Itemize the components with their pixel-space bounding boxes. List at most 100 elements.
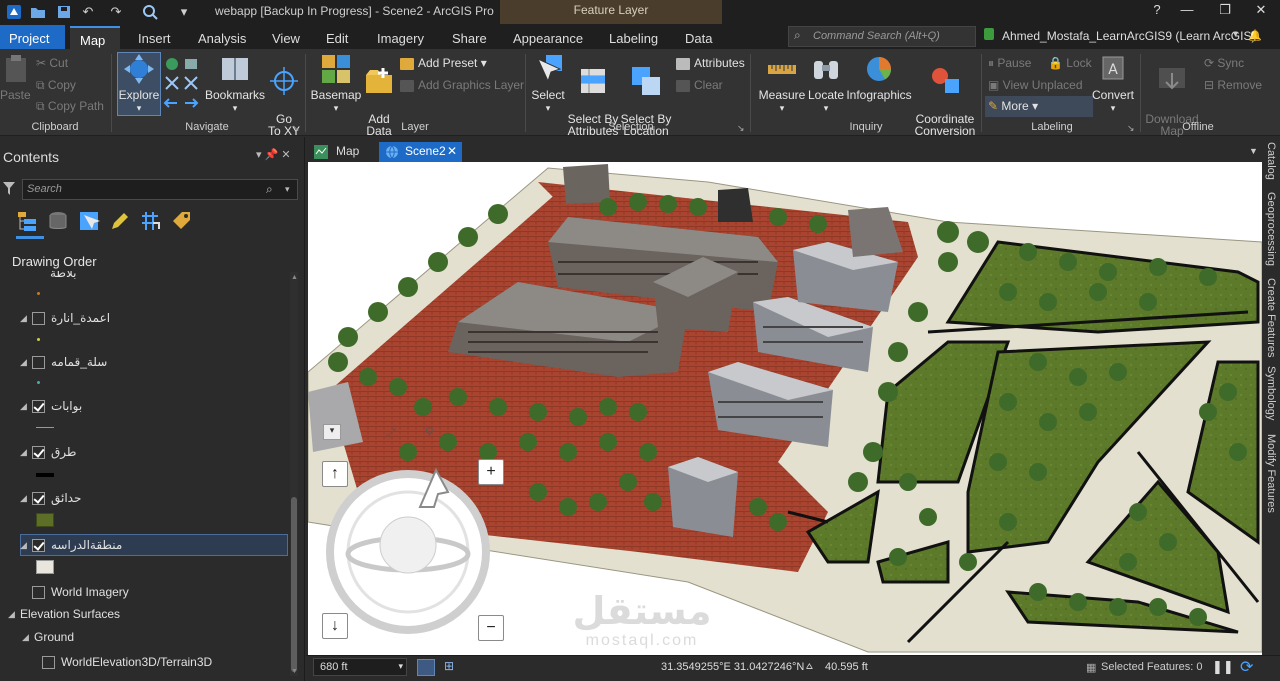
scale-selector[interactable]: 680 ft ▾ bbox=[313, 658, 407, 676]
scene-canvas[interactable] bbox=[308, 162, 1262, 655]
tab-share[interactable]: Share bbox=[442, 26, 497, 49]
lock-labels-button[interactable]: 🔒 Lock bbox=[1048, 55, 1092, 71]
labeling-dialog-launcher-icon[interactable]: ↘ bbox=[1127, 123, 1135, 134]
bookmarks-button[interactable]: Bookmarks ▾ bbox=[204, 53, 266, 114]
layer-visibility-checkbox[interactable] bbox=[32, 585, 45, 599]
zoom-icon[interactable] bbox=[142, 4, 158, 20]
layer-visibility-checkbox[interactable] bbox=[42, 655, 55, 669]
add-preset-button[interactable]: Add Preset ▾ bbox=[400, 55, 487, 71]
tab-imagery[interactable]: Imagery bbox=[367, 26, 434, 49]
list-by-snapping-icon[interactable] bbox=[139, 209, 161, 233]
close-tab-icon[interactable]: ✕ bbox=[447, 144, 457, 158]
layer-visibility-checkbox[interactable] bbox=[32, 538, 45, 552]
nav-down-button[interactable]: ↓ bbox=[322, 613, 348, 639]
expand-icon[interactable]: ◢ bbox=[20, 540, 32, 551]
layer-row[interactable]: ◢ حدائق bbox=[20, 488, 81, 508]
terrain-row[interactable]: WorldElevation3D/Terrain3D bbox=[42, 652, 212, 672]
tab-data[interactable]: Data bbox=[675, 26, 722, 49]
filter-icon[interactable] bbox=[3, 182, 15, 195]
command-search-input[interactable]: Command Search (Alt+Q) bbox=[788, 26, 976, 47]
list-by-data-source-icon[interactable] bbox=[47, 209, 69, 233]
contents-search-input[interactable]: Search bbox=[22, 179, 298, 200]
navigate-dialog-launcher-icon[interactable]: ↘ bbox=[292, 123, 300, 134]
layer-row[interactable]: ◢ سلة_قمامه bbox=[20, 352, 107, 372]
nav-up-button[interactable]: ↑ bbox=[322, 461, 348, 487]
locate-button[interactable]: Locate ▾ bbox=[806, 53, 846, 114]
expand-icon[interactable]: ◢ bbox=[20, 447, 32, 458]
refresh-icon[interactable]: ⟳ bbox=[1240, 657, 1253, 677]
expand-icon[interactable]: ◢ bbox=[20, 401, 32, 412]
more-labeling-button[interactable]: ✎ More ▾ bbox=[988, 98, 1038, 114]
grid-toggle-icon[interactable] bbox=[417, 659, 435, 676]
attributes-button[interactable]: Attributes bbox=[676, 55, 745, 71]
contents-scroll-thumb[interactable] bbox=[291, 497, 297, 672]
select-button[interactable]: Select ▾ bbox=[530, 53, 566, 114]
full-extent-icon[interactable]: ⤢ bbox=[386, 426, 396, 441]
scroll-up-icon[interactable]: ▲ bbox=[291, 274, 298, 281]
user-dropdown-icon[interactable]: ▾ bbox=[1233, 29, 1238, 40]
basemap-button[interactable]: Basemap ▾ bbox=[310, 53, 362, 114]
copy-button[interactable]: ⧉ Copy bbox=[36, 77, 76, 93]
layer-visibility-checkbox[interactable] bbox=[32, 355, 45, 369]
layer-visibility-checkbox[interactable] bbox=[32, 399, 45, 413]
layer-row[interactable]: ◢ اعمدة_انارة bbox=[20, 308, 110, 328]
layer-row[interactable]: بلاطة bbox=[20, 265, 76, 285]
clear-selection-button[interactable]: Clear bbox=[676, 77, 723, 93]
remove-button[interactable]: ⊟ Remove bbox=[1204, 77, 1262, 93]
layer-visibility-checkbox[interactable] bbox=[32, 311, 45, 325]
list-by-selection-icon[interactable] bbox=[78, 209, 100, 233]
layer-visibility-checkbox[interactable] bbox=[32, 445, 45, 459]
expand-icon[interactable]: ◢ bbox=[20, 357, 32, 368]
tab-appearance[interactable]: Appearance bbox=[503, 26, 593, 49]
quick-access-dropdown-icon[interactable]: ▾ bbox=[176, 4, 192, 20]
create-features-pane-tab[interactable]: Create Features bbox=[1265, 278, 1277, 357]
open-folder-icon[interactable] bbox=[30, 4, 46, 20]
ground-row[interactable]: ◢ Ground bbox=[22, 627, 74, 647]
modify-features-pane-tab[interactable]: Modify Features bbox=[1265, 434, 1277, 513]
layer-row[interactable]: ◢ طرق bbox=[20, 442, 76, 462]
pane-options-icon[interactable]: ▾ 📌 ✕ bbox=[256, 148, 291, 161]
pause-labeling-button[interactable]: ⏸ Pause bbox=[988, 55, 1031, 71]
explore-button[interactable]: Explore ▾ bbox=[117, 53, 161, 114]
layer-row-selected[interactable]: ◢ منطقةالدراسه bbox=[20, 535, 122, 555]
cut-button[interactable]: ✂ Cut bbox=[36, 55, 68, 71]
geoprocessing-pane-tab[interactable]: Geoprocessing bbox=[1265, 192, 1277, 266]
redo-icon[interactable]: ↷ bbox=[108, 4, 124, 20]
infographics-button[interactable]: Infographics bbox=[846, 53, 912, 101]
measure-button[interactable]: Measure ▾ bbox=[758, 53, 806, 114]
selection-dialog-launcher-icon[interactable]: ↘ bbox=[737, 123, 745, 134]
pause-drawing-icon[interactable]: ❚❚ bbox=[1212, 659, 1234, 675]
restore-button[interactable]: ❐ bbox=[1210, 2, 1240, 22]
search-icon[interactable]: ⌕ bbox=[266, 182, 273, 197]
zoom-in-button[interactable]: + bbox=[478, 459, 504, 485]
tab-edit[interactable]: Edit bbox=[316, 26, 358, 49]
tab-view[interactable]: View bbox=[262, 26, 310, 49]
catalog-pane-tab[interactable]: Catalog bbox=[1265, 142, 1277, 180]
save-icon[interactable] bbox=[56, 4, 72, 20]
selected-features-count[interactable]: Selected Features: 0 bbox=[1101, 661, 1203, 673]
scene-view[interactable] bbox=[308, 162, 1262, 655]
expand-icon[interactable]: ◢ bbox=[20, 313, 32, 324]
layer-row[interactable]: World Imagery bbox=[20, 582, 129, 602]
tab-list-dropdown-icon[interactable]: ▼ bbox=[1249, 146, 1258, 156]
help-icon[interactable]: ? bbox=[1142, 2, 1172, 22]
scroll-down-icon[interactable]: ▼ bbox=[291, 668, 298, 675]
list-by-drawing-order-icon[interactable] bbox=[16, 209, 38, 233]
layer-row[interactable]: ◢ بوابات bbox=[20, 396, 82, 416]
navigate-small-tools-icon[interactable] bbox=[163, 55, 201, 111]
elevation-surfaces-row[interactable]: ◢ Elevation Surfaces bbox=[8, 604, 120, 624]
paste-button[interactable]: Paste bbox=[0, 53, 31, 101]
tab-insert[interactable]: Insert bbox=[128, 26, 181, 49]
zoom-out-button[interactable]: − bbox=[478, 615, 504, 641]
list-by-labeling-icon[interactable] bbox=[170, 209, 192, 233]
expand-icon[interactable]: ◢ bbox=[20, 493, 32, 504]
symbology-pane-tab[interactable]: Symbology bbox=[1265, 366, 1277, 420]
sync-button[interactable]: ⟳ Sync bbox=[1204, 55, 1244, 71]
expand-icon[interactable]: ◢ bbox=[8, 609, 20, 620]
first-person-icon[interactable]: ⚲ bbox=[425, 425, 434, 439]
tab-analysis[interactable]: Analysis bbox=[188, 26, 256, 49]
layer-visibility-checkbox[interactable] bbox=[32, 491, 45, 505]
search-dropdown-icon[interactable]: ▾ bbox=[285, 184, 290, 195]
add-graphics-layer-button[interactable]: Add Graphics Layer bbox=[400, 77, 524, 93]
signed-in-user[interactable]: Ahmed_Mostafa_LearnArcGIS9 (Learn ArcGIS… bbox=[1002, 29, 1255, 43]
